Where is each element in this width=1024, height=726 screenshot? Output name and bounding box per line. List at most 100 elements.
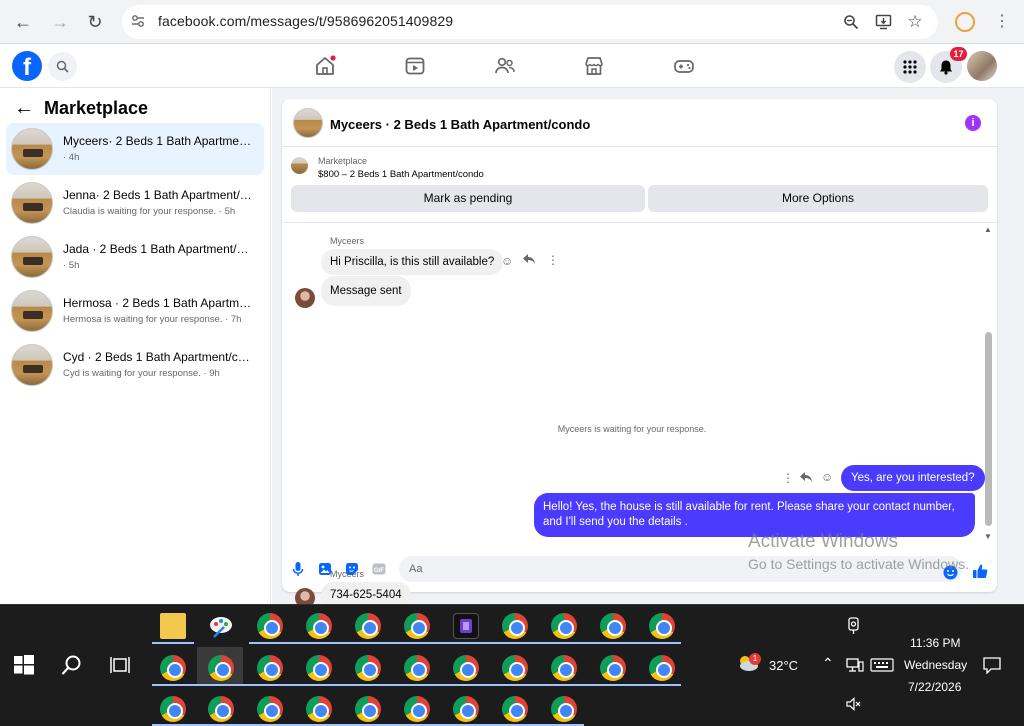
- chrome-window-icon[interactable]: [453, 655, 479, 681]
- chrome-window-icon[interactable]: [502, 696, 528, 722]
- chat-panel: Myceers · 2 Beds 1 Bath Apartment/condo …: [282, 99, 997, 608]
- gaming-nav-icon[interactable]: [673, 55, 695, 77]
- task-view-icon[interactable]: [110, 656, 130, 674]
- paint-app-icon[interactable]: [208, 613, 234, 639]
- address-bar[interactable]: facebook.com/messages/t/9586962051409829…: [122, 5, 938, 39]
- chrome-window-icon[interactable]: [649, 613, 675, 639]
- chrome-window-icon[interactable]: [551, 696, 577, 722]
- conversation-preview: Cyd is waiting for your response. · 9h: [63, 368, 220, 379]
- network-icon[interactable]: [846, 657, 864, 673]
- conversation-name: Myceers· 2 Beds 1 Bath Apartment...: [63, 134, 253, 148]
- conversation-item[interactable]: Jenna· 2 Beds 1 Bath Apartment/c... Clau…: [6, 177, 264, 229]
- chrome-window-icon[interactable]: [649, 655, 675, 681]
- menu-grid-icon[interactable]: [894, 51, 926, 83]
- message-input[interactable]: Aa: [399, 556, 962, 582]
- microphone-icon[interactable]: [290, 561, 306, 577]
- install-app-icon[interactable]: [874, 13, 892, 31]
- chrome-window-icon[interactable]: [160, 696, 186, 722]
- like-thumbs-up-icon[interactable]: [972, 563, 988, 579]
- chrome-window-icon[interactable]: [453, 696, 479, 722]
- account-avatar[interactable]: [967, 51, 997, 81]
- chrome-window-icon[interactable]: [551, 613, 577, 639]
- react-emoji-icon[interactable]: ☺: [821, 470, 833, 484]
- chrome-window-icon[interactable]: [306, 613, 332, 639]
- conversation-item[interactable]: Cyd · 2 Beds 1 Bath Apartment/co... Cyd …: [6, 339, 264, 391]
- more-actions-icon[interactable]: ⋮: [547, 253, 559, 267]
- chrome-window-icon[interactable]: [551, 655, 577, 681]
- more-options-button[interactable]: More Options: [648, 185, 988, 212]
- chrome-window-icon[interactable]: [600, 613, 626, 639]
- conversation-item[interactable]: Hermosa · 2 Beds 1 Bath Apartmen... Herm…: [6, 285, 264, 337]
- message-scrollbar-thumb[interactable]: [985, 332, 992, 526]
- chrome-window-icon[interactable]: [306, 655, 332, 681]
- notification-center-icon[interactable]: [983, 657, 1001, 675]
- chrome-window-icon[interactable]: [306, 696, 332, 722]
- conversation-item[interactable]: Myceers· 2 Beds 1 Bath Apartment... · 4h: [6, 123, 264, 175]
- conversation-info-icon[interactable]: i: [965, 115, 981, 131]
- chrome-window-icon[interactable]: [355, 696, 381, 722]
- chrome-window-icon[interactable]: [208, 696, 234, 722]
- browser-profile-icon[interactable]: [955, 12, 975, 32]
- windows-start-icon[interactable]: [14, 655, 34, 675]
- chrome-window-icon[interactable]: [208, 655, 234, 681]
- back-arrow-icon[interactable]: ←: [14, 97, 34, 120]
- chat-listing-thumbnail[interactable]: [293, 108, 323, 138]
- chat-header: Myceers · 2 Beds 1 Bath Apartment/condo …: [282, 99, 997, 147]
- meet-now-icon[interactable]: [846, 617, 862, 635]
- zoom-icon[interactable]: [842, 13, 860, 31]
- reply-icon[interactable]: [522, 253, 536, 268]
- app-icon[interactable]: [453, 613, 479, 639]
- more-actions-icon[interactable]: ⋮: [782, 471, 794, 485]
- clock-day[interactable]: Wednesday: [904, 658, 967, 672]
- back-arrow-icon[interactable]: ←: [10, 9, 36, 35]
- chrome-window-icon[interactable]: [160, 655, 186, 681]
- message-thread: Myceers Hi Priscilla, is this still avai…: [282, 224, 997, 608]
- chrome-window-icon[interactable]: [600, 655, 626, 681]
- video-nav-icon[interactable]: [404, 55, 426, 77]
- conversation-item[interactable]: Jada · 2 Beds 1 Bath Apartment/co... · 5…: [6, 231, 264, 283]
- mark-as-pending-button[interactable]: Mark as pending: [291, 185, 645, 212]
- chat-title[interactable]: Myceers · 2 Beds 1 Bath Apartment/condo: [330, 117, 590, 132]
- chrome-window-icon[interactable]: [502, 655, 528, 681]
- message-composer: GIF Aa: [282, 554, 997, 592]
- keyboard-icon[interactable]: [870, 658, 894, 672]
- chrome-window-icon[interactable]: [404, 613, 430, 639]
- volume-muted-icon[interactable]: [846, 697, 862, 711]
- chrome-window-icon[interactable]: [355, 655, 381, 681]
- chrome-window-icon[interactable]: [404, 655, 430, 681]
- forward-arrow-icon[interactable]: →: [47, 9, 73, 35]
- sender-avatar[interactable]: [295, 288, 315, 308]
- scroll-down-arrow-icon[interactable]: ▼: [984, 532, 992, 541]
- clock-date[interactable]: 7/22/2026: [908, 680, 961, 694]
- conversation-name: Hermosa · 2 Beds 1 Bath Apartmen...: [63, 296, 253, 310]
- search-icon[interactable]: [61, 654, 83, 676]
- marketplace-nav-icon[interactable]: [583, 55, 605, 77]
- browser-menu-icon[interactable]: ⋮: [994, 11, 1010, 31]
- file-explorer-icon[interactable]: [160, 613, 186, 639]
- chrome-window-icon[interactable]: [257, 613, 283, 639]
- scroll-up-arrow-icon[interactable]: ▲: [984, 225, 992, 234]
- gif-icon[interactable]: GIF: [371, 561, 387, 577]
- chrome-window-icon[interactable]: [355, 613, 381, 639]
- friends-nav-icon[interactable]: [494, 55, 516, 77]
- bookmark-star-icon[interactable]: ☆: [906, 12, 924, 31]
- conversation-preview: Hermosa is waiting for your response. · …: [63, 314, 242, 325]
- react-emoji-icon[interactable]: ☺: [501, 254, 513, 268]
- photo-icon[interactable]: [317, 561, 333, 577]
- show-hidden-icons-chevron-icon[interactable]: ⌃: [822, 655, 834, 672]
- emoji-picker-icon[interactable]: [942, 564, 958, 580]
- facebook-logo-icon[interactable]: f: [12, 51, 42, 81]
- site-settings-icon[interactable]: [130, 13, 148, 31]
- chrome-window-icon[interactable]: [404, 696, 430, 722]
- chrome-window-icon[interactable]: [257, 655, 283, 681]
- clock-time[interactable]: 11:36 PM: [910, 636, 960, 650]
- weather-temperature[interactable]: 32°C: [769, 658, 798, 673]
- sticker-icon[interactable]: [344, 561, 360, 577]
- home-nav-icon[interactable]: [314, 55, 336, 77]
- reload-icon[interactable]: ↻: [82, 9, 108, 35]
- chrome-window-icon[interactable]: [257, 696, 283, 722]
- search-icon[interactable]: [48, 52, 77, 81]
- facebook-header: f 17: [0, 45, 1024, 88]
- reply-icon[interactable]: [799, 471, 813, 486]
- chrome-window-icon[interactable]: [502, 613, 528, 639]
